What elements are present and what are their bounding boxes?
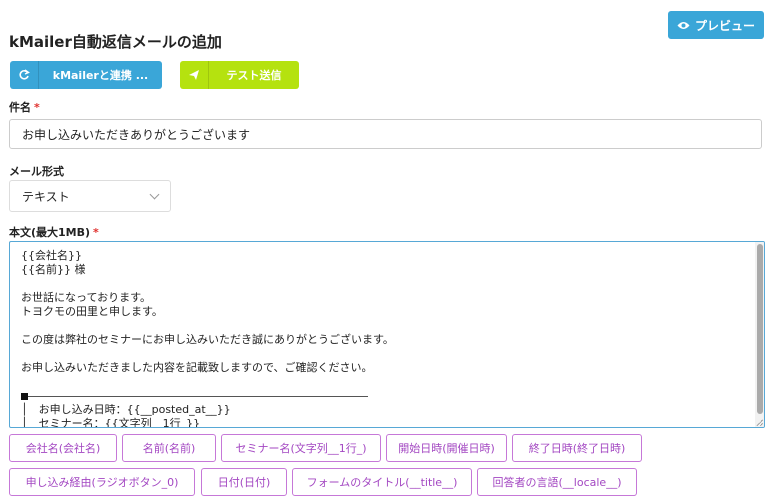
eye-icon	[677, 21, 690, 29]
refresh-icon	[10, 61, 39, 89]
page-title: kMailer自動返信メールの追加	[9, 33, 222, 51]
body-line: {{名前}} 様	[21, 263, 86, 276]
body-label: 本文(最大1MB) *	[9, 226, 99, 239]
tag-button[interactable]: 日付(日付)	[201, 468, 287, 496]
scrollbar-thumb[interactable]	[757, 244, 763, 414]
format-select[interactable]: テキスト	[9, 180, 171, 212]
format-value: テキスト	[22, 189, 70, 204]
subject-label: 件名 *	[9, 101, 40, 114]
chevron-down-icon	[149, 189, 160, 199]
paper-plane-icon	[180, 61, 209, 89]
test-send-button[interactable]: テスト送信	[180, 61, 299, 89]
square-bullet-icon	[21, 392, 28, 400]
kmailer-link-button[interactable]: kMailerと連携 ...	[10, 61, 162, 89]
preview-label: プレビュー	[694, 18, 755, 33]
tag-button[interactable]: 回答者の言語(__locale__)	[477, 468, 637, 496]
tag-button[interactable]: 終了日時(終了日時)	[512, 434, 642, 462]
resize-handle-icon[interactable]	[756, 419, 763, 426]
required-mark: *	[34, 101, 40, 114]
body-line: お世話になっております。	[21, 291, 152, 304]
body-line: │ セミナー名：{{文字列__1行_}}	[21, 417, 201, 428]
tag-button[interactable]: 会社名(会社名)	[9, 434, 117, 462]
rule-line	[28, 395, 368, 397]
separator-line	[21, 389, 394, 403]
body-line: この度は弊社のセミナーにお申し込みいただき誠にありがとうございます。	[21, 333, 394, 346]
body-line: {{会社名}}	[21, 249, 82, 262]
required-mark: *	[93, 226, 99, 239]
subject-input[interactable]: お申し込みいただきありがとうございます	[9, 119, 762, 149]
subject-value: お申し込みいただきありがとうございます	[22, 127, 251, 142]
body-textarea[interactable]: {{会社名}} {{名前}} 様 お世話になっております。 トヨクモの田里と申し…	[9, 241, 765, 428]
body-line: お申し込みいただきました内容を記載致しますので、ご確認ください。	[21, 361, 373, 374]
kmailer-link-label: kMailerと連携 ...	[52, 69, 149, 82]
body-line	[21, 347, 394, 361]
body-text: {{会社名}} {{名前}} 様 お世話になっております。 トヨクモの田里と申し…	[21, 249, 394, 428]
tag-button[interactable]: セミナー名(文字列__1行_)	[221, 434, 381, 462]
scrollbar[interactable]	[755, 242, 764, 427]
tag-button[interactable]: 名前(名前)	[122, 434, 216, 462]
body-line	[21, 375, 394, 389]
tag-button[interactable]: 申し込み経由(ラジオボタン_0)	[9, 468, 195, 496]
preview-button[interactable]: プレビュー	[668, 11, 764, 39]
body-line: │ お申し込み日時：{{__posted_at__}}	[21, 403, 231, 416]
body-line	[21, 319, 394, 333]
tag-button[interactable]: フォームのタイトル(__title__)	[292, 468, 472, 496]
format-label: メール形式	[9, 165, 64, 178]
body-line	[21, 277, 394, 291]
test-send-label: テスト送信	[226, 69, 282, 82]
body-line: トヨクモの田里と申します。	[21, 305, 163, 318]
tag-button[interactable]: 開始日時(開催日時)	[386, 434, 507, 462]
